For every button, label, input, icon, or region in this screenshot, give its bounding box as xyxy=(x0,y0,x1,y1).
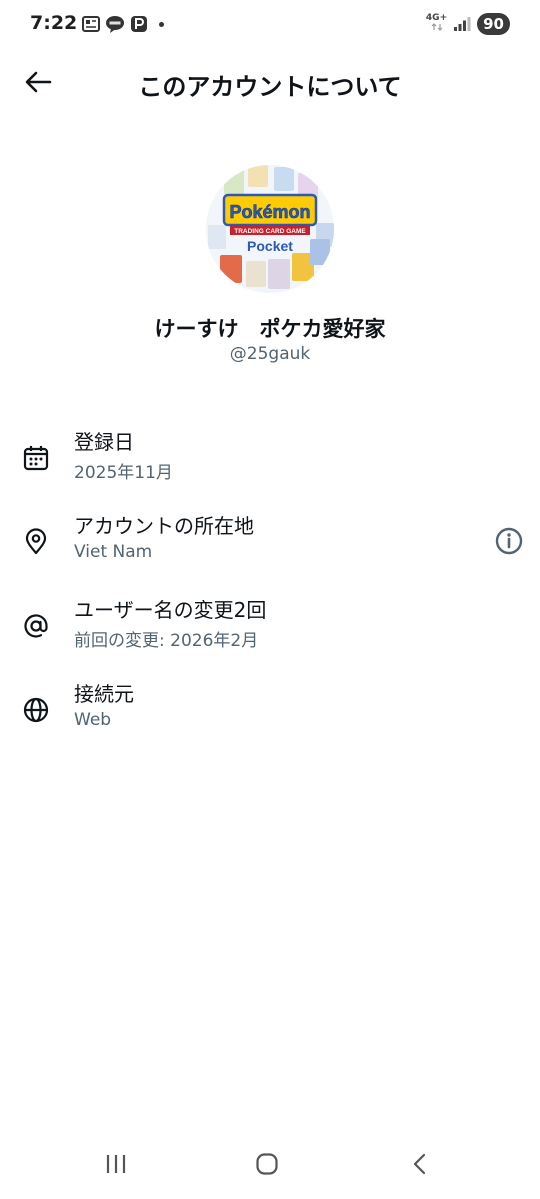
battery-level: 90 xyxy=(477,13,510,35)
top-app-bar: このアカウントについて xyxy=(0,52,540,112)
signal-icon xyxy=(454,17,471,31)
network-type: 4G+ xyxy=(426,14,447,34)
info-title: 接続元 xyxy=(74,682,134,706)
system-status: 4G+ 90 xyxy=(426,13,510,35)
avatar-banner-text: TRADING CARD GAME xyxy=(234,228,306,235)
status-bar: 7:22 4G+ 90 xyxy=(0,0,540,50)
paypay-app-icon xyxy=(131,16,147,32)
info-title: ユーザー名の変更2回 xyxy=(74,598,267,622)
home-button[interactable] xyxy=(247,1147,287,1181)
info-value: 2025年11月 xyxy=(74,463,173,483)
display-name: けーすけ ポケカ愛好家 xyxy=(154,317,386,341)
profile-avatar[interactable]: Pokémon TRADING CARD GAME Pocket xyxy=(206,165,334,293)
info-title: アカウントの所在地 xyxy=(74,514,254,538)
notification-icons xyxy=(82,15,164,33)
avatar-image: Pokémon TRADING CARD GAME Pocket xyxy=(206,165,334,293)
page-title: このアカウントについて xyxy=(138,73,402,101)
status-time: 7:22 xyxy=(30,12,78,34)
info-circle-icon[interactable] xyxy=(494,526,524,556)
info-row-joined: 登録日 2025年11月 xyxy=(0,424,540,500)
network-label: 4G+ xyxy=(425,13,448,23)
home-icon xyxy=(256,1153,278,1175)
calendar-icon xyxy=(23,446,49,471)
avatar-logo-text: Pokémon xyxy=(229,202,310,222)
info-value: Web xyxy=(74,710,112,730)
info-row-connected-via: 接続元 Web xyxy=(0,676,540,752)
globe-icon xyxy=(23,697,49,723)
news-app-icon xyxy=(82,16,100,32)
user-handle: @25gauk xyxy=(229,344,311,364)
recent-apps-icon xyxy=(106,1155,126,1173)
more-notifications-dot xyxy=(159,21,164,27)
chevron-left-icon xyxy=(413,1153,426,1175)
about-account-screen: 7:22 4G+ 90 このアカウントについて Pokémon TRADING … xyxy=(0,0,540,1199)
at-sign-icon xyxy=(24,614,48,638)
system-back-button[interactable] xyxy=(400,1147,440,1181)
info-value: 前回の変更: 2026年2月 xyxy=(74,631,259,651)
info-value: Viet Nam xyxy=(74,542,153,562)
recent-apps-button[interactable] xyxy=(96,1147,136,1181)
info-title: 登録日 xyxy=(74,430,134,454)
avatar-pocket-text: Pocket xyxy=(247,238,293,254)
location-pin-icon xyxy=(25,528,47,555)
info-row-location: アカウントの所在地 Viet Nam xyxy=(0,508,540,584)
data-arrows-icon xyxy=(431,23,442,31)
line-app-icon xyxy=(106,16,124,33)
info-row-username-changes: ユーザー名の変更2回 前回の変更: 2026年2月 xyxy=(0,592,540,668)
system-nav-bar xyxy=(0,1133,540,1199)
